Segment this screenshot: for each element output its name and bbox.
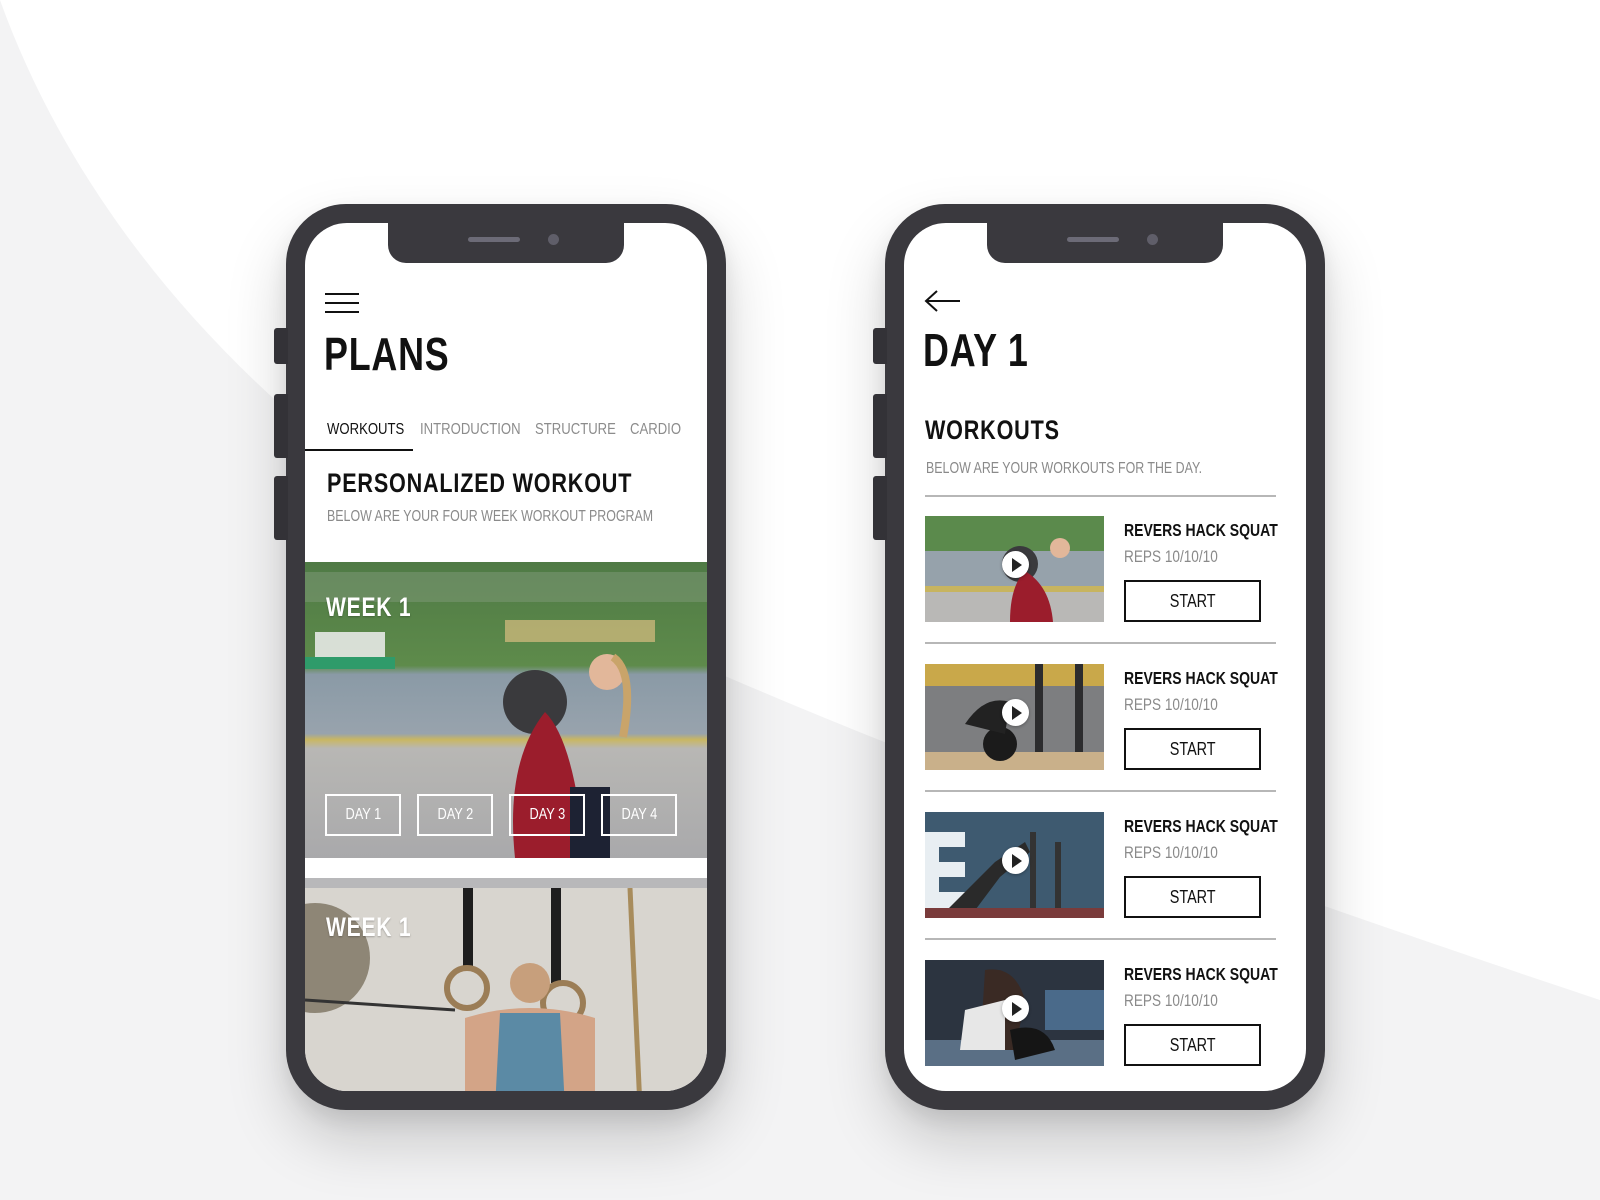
tab-workouts[interactable]: WORKOUTS (327, 421, 404, 439)
tab-bar: WORKOUTS INTRODUCTION STRUCTURE CARDIO (305, 415, 707, 451)
hamburger-menu-icon[interactable] (325, 293, 359, 317)
start-button[interactable]: START (1124, 1024, 1261, 1066)
workout-video-thumbnail[interactable] (925, 516, 1104, 622)
workout-video-thumbnail[interactable] (925, 812, 1104, 918)
card-separator (305, 878, 707, 888)
mute-switch (873, 328, 887, 364)
speaker (1067, 237, 1119, 242)
play-icon[interactable] (1002, 699, 1029, 726)
week-label: WEEK 1 (326, 912, 412, 942)
play-icon[interactable] (1002, 551, 1029, 578)
background-curve (0, 0, 1600, 1200)
notch (987, 223, 1223, 263)
workout-item: REVERS HACK SQUAT REPS 10/10/10 START (925, 812, 1278, 918)
volume-down-button (274, 476, 288, 540)
tab-introduction[interactable]: INTRODUCTION (420, 421, 521, 439)
tab-structure[interactable]: STRUCTURE (535, 421, 616, 439)
mute-switch (274, 328, 288, 364)
play-icon[interactable] (1002, 847, 1029, 874)
workout-video-thumbnail[interactable] (925, 664, 1104, 770)
section-title: WORKOUTS (925, 415, 1060, 445)
arrow-left-icon[interactable] (924, 289, 962, 313)
section-subtitle: BELOW ARE YOUR WORKOUTS FOR THE DAY. (926, 460, 1203, 477)
workout-reps: REPS 10/10/10 (1124, 991, 1218, 1010)
camera (548, 234, 559, 245)
camera (1147, 234, 1158, 245)
start-button[interactable]: START (1124, 876, 1261, 918)
workout-name: REVERS HACK SQUAT (1124, 668, 1278, 688)
play-icon[interactable] (1002, 995, 1029, 1022)
tab-cardio[interactable]: CARDIO (630, 421, 681, 439)
workout-item: REVERS HACK SQUAT REPS 10/10/10 START (925, 516, 1278, 622)
phone-day-detail: DAY 1 WORKOUTS BELOW ARE YOUR WORKOUTS F… (873, 204, 1325, 1110)
week-label: WEEK 1 (326, 592, 412, 622)
divider (925, 642, 1276, 644)
workout-reps: REPS 10/10/10 (1124, 695, 1218, 714)
workout-name: REVERS HACK SQUAT (1124, 520, 1278, 540)
volume-up-button (873, 394, 887, 458)
day-3-button[interactable]: DAY 3 (509, 794, 585, 836)
week-card[interactable]: WEEK 1 DAY 1 DAY 2 DAY 3 DAY 4 (305, 562, 707, 858)
phone-plans: PLANS WORKOUTS INTRODUCTION STRUCTURE CA… (274, 204, 726, 1110)
day-4-button[interactable]: DAY 4 (601, 794, 677, 836)
start-button[interactable]: START (1124, 728, 1261, 770)
day-detail-screen: DAY 1 WORKOUTS BELOW ARE YOUR WORKOUTS F… (904, 223, 1306, 1091)
week-card[interactable]: WEEK 1 (305, 888, 707, 1091)
divider (925, 938, 1276, 940)
divider (925, 495, 1276, 497)
section-title: PERSONALIZED WORKOUT (327, 468, 633, 498)
workout-name: REVERS HACK SQUAT (1124, 964, 1278, 984)
section-subtitle: BELOW ARE YOUR FOUR WEEK WORKOUT PROGRAM (327, 508, 654, 525)
divider (925, 790, 1276, 792)
plans-screen: PLANS WORKOUTS INTRODUCTION STRUCTURE CA… (305, 223, 707, 1091)
workout-reps: REPS 10/10/10 (1124, 547, 1218, 566)
workout-reps: REPS 10/10/10 (1124, 843, 1218, 862)
volume-up-button (274, 394, 288, 458)
workout-video-thumbnail[interactable] (925, 960, 1104, 1066)
start-button[interactable]: START (1124, 580, 1261, 622)
notch (388, 223, 624, 263)
workout-item: REVERS HACK SQUAT REPS 10/10/10 START (925, 664, 1278, 770)
day-1-button[interactable]: DAY 1 (325, 794, 401, 836)
active-tab-indicator (305, 449, 413, 451)
speaker (468, 237, 520, 242)
page-title: PLANS (324, 328, 450, 380)
workout-item: REVERS HACK SQUAT REPS 10/10/10 START (925, 960, 1278, 1066)
volume-down-button (873, 476, 887, 540)
day-2-button[interactable]: DAY 2 (417, 794, 493, 836)
page-title: DAY 1 (923, 324, 1029, 376)
workout-name: REVERS HACK SQUAT (1124, 816, 1278, 836)
